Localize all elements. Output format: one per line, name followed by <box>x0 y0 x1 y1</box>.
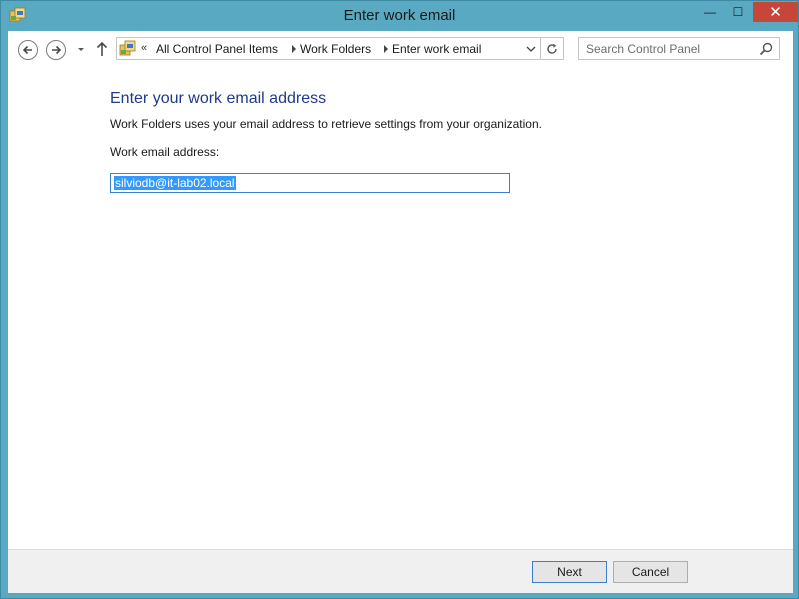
chevron-down-icon[interactable] <box>525 44 537 54</box>
minimize-button[interactable]: — <box>697 2 723 22</box>
search-box[interactable] <box>578 37 780 60</box>
email-field-value[interactable]: silviodb@it-lab02.local <box>114 176 236 190</box>
breadcrumb-enter-work-email[interactable]: Enter work email <box>392 42 481 56</box>
breadcrumb-separator-icon[interactable] <box>383 45 389 53</box>
page-description: Work Folders uses your email address to … <box>110 117 542 131</box>
title-bar[interactable]: Enter work email — ☐ ✕ <box>1 1 798 31</box>
search-input[interactable] <box>579 38 755 59</box>
forward-button[interactable] <box>46 40 66 60</box>
address-bar[interactable]: « All Control Panel Items Work Folders E… <box>116 37 541 60</box>
content-panel: Enter your work email address Work Folde… <box>8 66 793 549</box>
breadcrumb-overflow-chevron[interactable]: « <box>141 42 147 54</box>
email-field-label: Work email address: <box>110 145 220 159</box>
next-button[interactable]: Next <box>532 561 607 583</box>
chevron-down-icon[interactable] <box>75 43 87 55</box>
window: Enter work email — ☐ ✕ « All Control Pan… <box>0 0 799 599</box>
button-bar: Next Cancel <box>8 549 793 593</box>
cancel-button[interactable]: Cancel <box>613 561 688 583</box>
back-arrow-icon <box>22 45 32 55</box>
refresh-icon <box>546 43 557 54</box>
refresh-button[interactable] <box>540 37 564 60</box>
forward-arrow-icon <box>52 45 62 55</box>
page-title: Enter your work email address <box>110 90 327 107</box>
maximize-button[interactable]: ☐ <box>725 2 751 22</box>
control-panel-icon <box>119 40 136 56</box>
back-button[interactable] <box>18 40 38 60</box>
close-button[interactable]: ✕ <box>753 2 798 22</box>
email-field[interactable]: silviodb@it-lab02.local <box>110 173 510 193</box>
up-arrow-icon[interactable] <box>95 40 109 58</box>
breadcrumb-separator-icon[interactable] <box>291 45 297 53</box>
search-icon[interactable] <box>759 42 773 56</box>
breadcrumb-all-control-panel-items[interactable]: All Control Panel Items <box>156 42 278 56</box>
window-title: Enter work email <box>343 7 456 24</box>
navigation-bar: « All Control Panel Items Work Folders E… <box>8 31 793 66</box>
breadcrumb-work-folders[interactable]: Work Folders <box>300 42 371 56</box>
